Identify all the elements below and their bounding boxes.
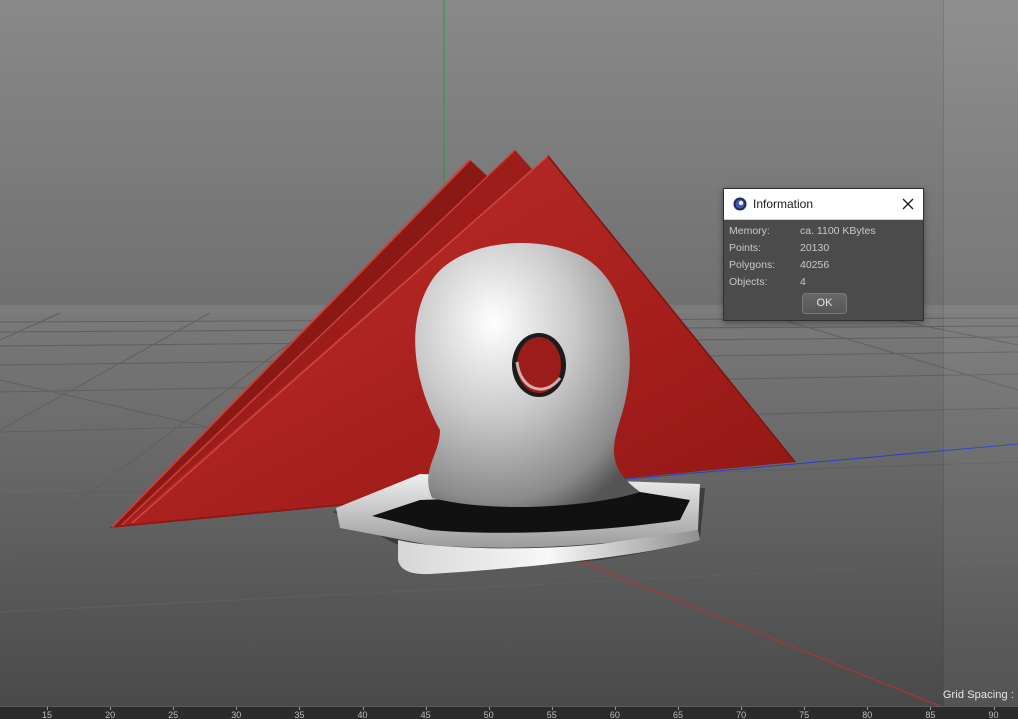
ruler-tick-mark: [425, 707, 427, 710]
ruler-tick-mark: [867, 707, 869, 710]
holder-ring-object[interactable]: [415, 242, 640, 508]
grid-spacing-label: Grid Spacing :: [942, 689, 1014, 701]
ruler-tick-mark: [299, 707, 301, 710]
timeline-ruler[interactable]: 15 20 25 30 35 40 45 50 55 60 65 70 75 80 85 90: [0, 706, 1018, 719]
ruler-tick-mark: [173, 707, 175, 710]
ruler-tick-mark: [741, 707, 743, 710]
ruler-tick-mark: [930, 707, 932, 710]
info-row-objects: Objects: 4: [729, 274, 919, 291]
info-row-polygons: Polygons: 40256: [729, 257, 919, 274]
viewport-right-strip: [943, 0, 1018, 706]
3d-viewport[interactable]: Grid Spacing :: [0, 0, 1018, 706]
ruler-tick-mark: [804, 707, 806, 710]
info-value: 20130: [800, 242, 830, 254]
info-label: Points:: [729, 242, 762, 254]
info-grid: Memory: ca. 1100 KBytes Points: 20130 Po…: [729, 223, 919, 291]
info-label: Objects:: [729, 276, 768, 288]
ruler-tick-mark: [110, 707, 112, 710]
info-row-points: Points: 20130: [729, 240, 919, 257]
ruler-tick-mark: [993, 707, 995, 710]
cinema4d-logo-icon: [733, 197, 747, 211]
info-value: ca. 1100 KBytes: [800, 225, 876, 237]
information-dialog[interactable]: Information Memory: ca. 1100 KBytes Poin…: [723, 188, 924, 321]
info-value: 40256: [800, 259, 830, 271]
info-row-memory: Memory: ca. 1100 KBytes: [729, 223, 919, 240]
close-icon[interactable]: [899, 195, 917, 213]
ruler-tick-mark: [488, 707, 490, 710]
dialog-title: Information: [753, 197, 814, 211]
ruler-tick-mark: [47, 707, 48, 710]
viewport-scene[interactable]: [0, 0, 1018, 706]
info-value: 4: [800, 276, 806, 288]
ruler-tick-mark: [236, 707, 238, 710]
ok-button[interactable]: OK: [802, 293, 847, 314]
info-label: Polygons:: [729, 259, 776, 271]
info-label: Memory:: [729, 225, 770, 237]
ruler-tick-mark: [551, 707, 553, 710]
dialog-titlebar[interactable]: Information: [724, 189, 923, 220]
ruler-tick-mark: [678, 707, 679, 710]
ruler-tick-mark: [362, 707, 364, 710]
ruler-tick-mark: [614, 707, 616, 710]
